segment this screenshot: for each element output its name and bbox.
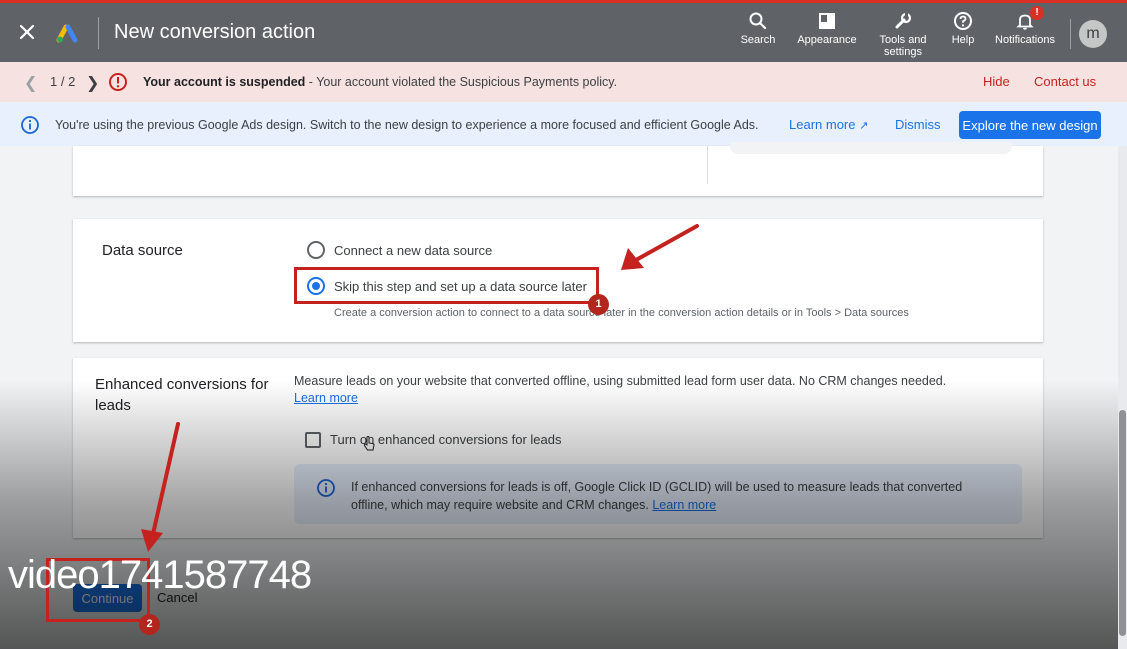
contact-us-link[interactable]: Contact us (1034, 74, 1096, 89)
google-ads-logo-icon[interactable] (56, 22, 78, 44)
appearance-tool-label: Appearance (797, 34, 857, 46)
learn-more-label: Learn more (789, 117, 856, 132)
data-source-hint: Create a conversion action to connect to… (334, 307, 909, 319)
previous-section-card (73, 142, 1043, 196)
info-icon (21, 116, 39, 134)
continue-button[interactable]: Continue (73, 584, 142, 612)
connect-data-source-radio[interactable] (307, 241, 325, 259)
close-icon[interactable] (16, 21, 38, 43)
suspended-message: Your account is suspended - Your account… (143, 75, 617, 89)
header-divider-right (1070, 19, 1071, 49)
appearance-tool[interactable]: Appearance (795, 11, 859, 46)
enhanced-conversions-label: Enhanced conversions for leads (95, 376, 269, 414)
suspended-headline: Your account is suspended (143, 75, 306, 89)
search-icon (749, 12, 767, 30)
hide-link[interactable]: Hide (983, 74, 1010, 89)
pager-count: 1 / 2 (50, 74, 76, 89)
help-tool-label: Help (951, 34, 975, 46)
search-tool[interactable]: Search (737, 11, 779, 46)
avatar[interactable]: m (1079, 20, 1107, 48)
enhanced-learn-more-link[interactable]: Learn more (294, 391, 358, 405)
gclid-info-note: If enhanced conversions for leads is off… (294, 464, 1022, 524)
enhanced-conversions-checkbox[interactable] (305, 432, 321, 448)
info-icon (317, 479, 335, 497)
external-link-icon: ↗ (859, 120, 869, 132)
explore-new-design-button[interactable]: Explore the new design (959, 111, 1101, 139)
annotation-step-2-badge: 2 (139, 614, 160, 635)
data-source-label: Data source (102, 242, 183, 259)
scrollbar-thumb[interactable] (1119, 410, 1126, 636)
top-app-bar: New conversion action Search Appearance … (0, 0, 1127, 62)
suspended-detail: - Your account violated the Suspicious P… (305, 75, 618, 89)
chevron-right-icon[interactable]: ❯ (86, 73, 99, 93)
gclid-learn-more-link[interactable]: Learn more (652, 498, 716, 512)
notifications-tool-label: Notifications (995, 34, 1055, 46)
design-info-message: You're using the previous Google Ads des… (55, 118, 759, 132)
search-tool-label: Search (740, 34, 776, 46)
chevron-left-icon[interactable]: ❮ (24, 73, 37, 93)
enhanced-conversions-card: Enhanced conversions for leads Measure l… (73, 358, 1043, 538)
tools-settings-tool-label: Tools and settings (879, 34, 927, 58)
card-panel-edge (730, 142, 1012, 154)
tools-settings-tool[interactable]: Tools and settings (872, 11, 934, 58)
header-divider (98, 17, 99, 49)
enhanced-conversions-description: Measure leads on your website that conve… (294, 374, 947, 388)
page-title: New conversion action (114, 21, 316, 43)
data-source-card: Data source Connect a new data source Sk… (73, 219, 1043, 342)
notifications-tool[interactable]: Notifications (991, 11, 1059, 46)
help-tool[interactable]: Help (947, 11, 979, 46)
skip-data-source-radio[interactable] (307, 277, 325, 295)
wrench-icon (895, 12, 912, 29)
skip-data-source-label[interactable]: Skip this step and set up a data source … (334, 279, 587, 294)
gclid-info-text: If enhanced conversions for leads is off… (351, 478, 1001, 514)
card-divider (707, 146, 708, 184)
account-suspended-bar: ❮ 1 / 2 ❯ Your account is suspended - Yo… (0, 62, 1127, 102)
connect-data-source-label[interactable]: Connect a new data source (334, 243, 492, 258)
notification-badge: ! (1030, 6, 1044, 20)
alert-icon (109, 73, 127, 91)
help-icon (954, 12, 972, 30)
dismiss-button[interactable]: Dismiss (895, 117, 941, 132)
enhanced-conversions-checkbox-label[interactable]: Turn on enhanced conversions for leads (330, 432, 562, 447)
design-info-bar: You're using the previous Google Ads des… (0, 102, 1127, 146)
learn-more-link[interactable]: Learn more ↗ (789, 117, 868, 132)
cancel-button[interactable]: Cancel (157, 590, 197, 605)
appearance-icon (819, 13, 835, 29)
